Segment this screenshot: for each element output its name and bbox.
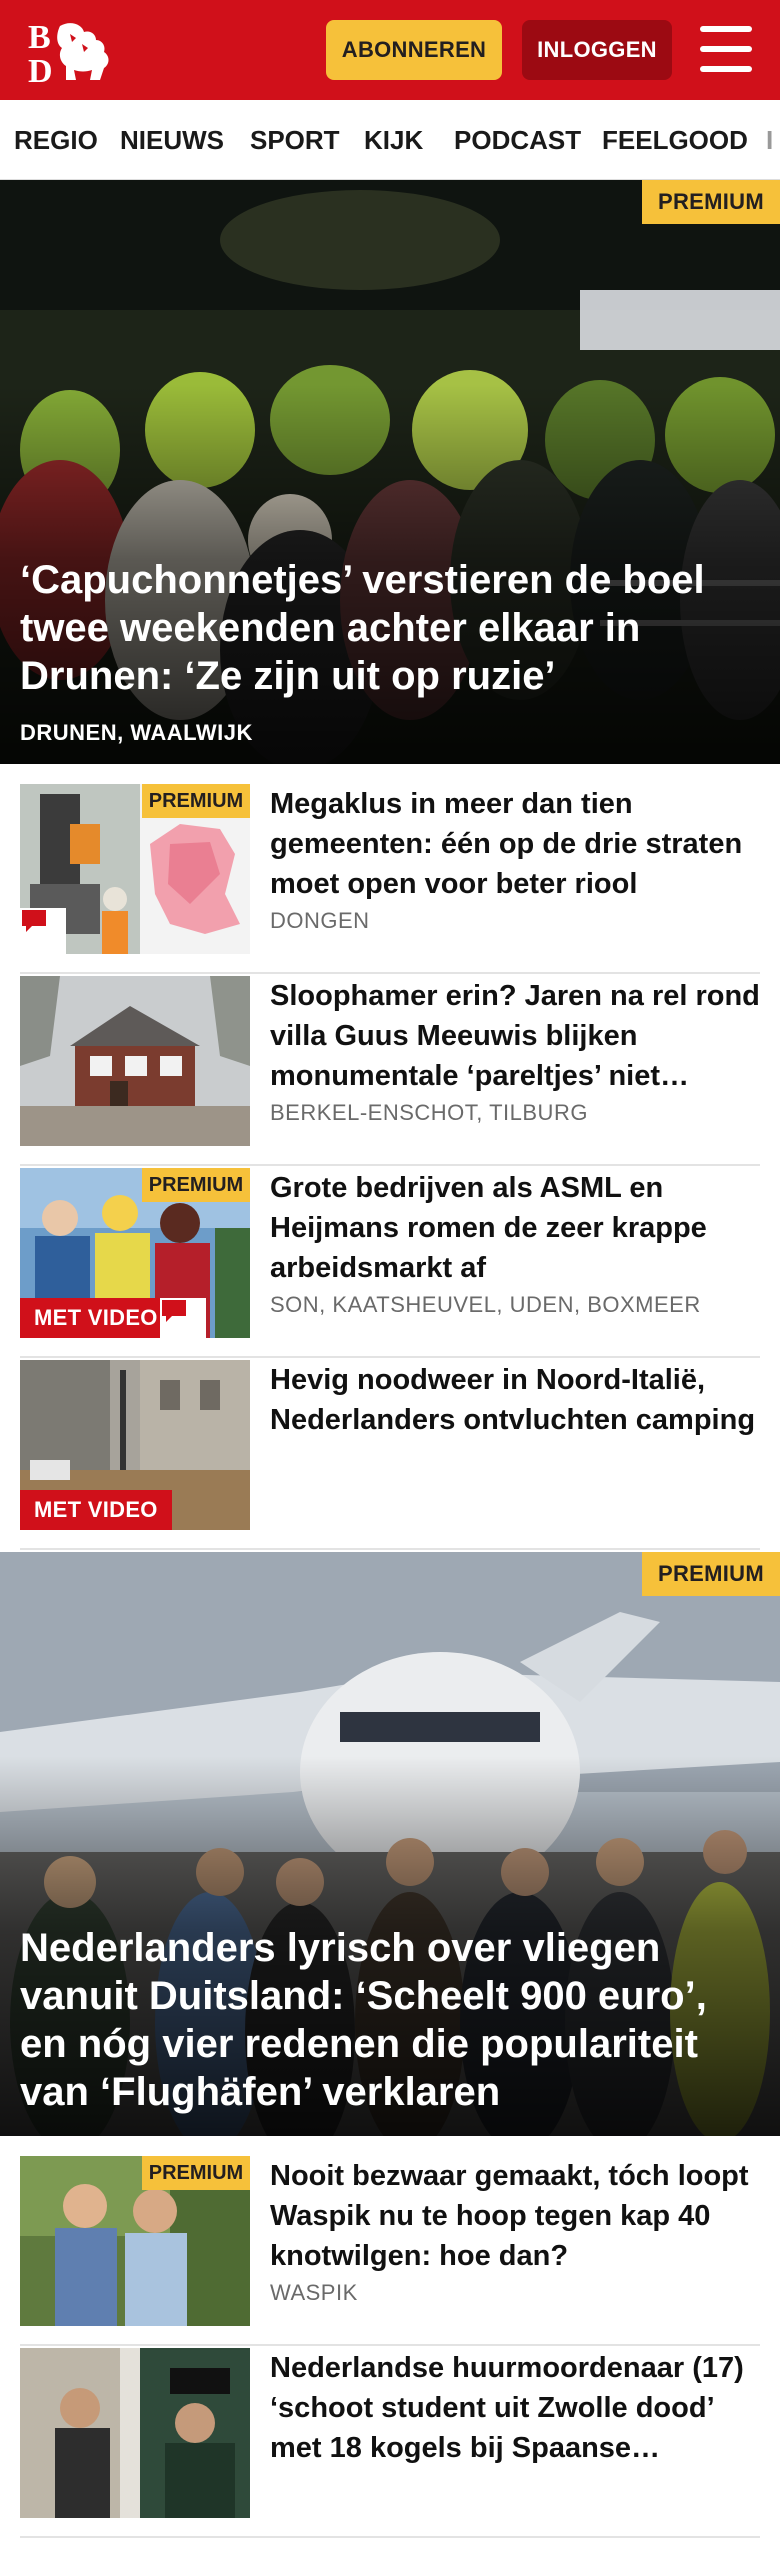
- nav-item-feelgood[interactable]: FEELGOOD: [602, 100, 748, 179]
- list-item[interactable]: PREMIUM MET VIDEO Grote bedrijven als AS…: [20, 1168, 760, 1358]
- svg-text:D: D: [28, 53, 53, 84]
- premium-badge: PREMIUM: [142, 2156, 250, 2190]
- nav-item-kijk[interactable]: KIJK: [364, 100, 423, 179]
- article-title[interactable]: Nederlandse huurmoordenaar (17) ‘schoot …: [270, 2348, 760, 2468]
- video-badge[interactable]: MET VIDEO: [20, 1298, 172, 1338]
- list-item[interactable]: PREMIUM Nooit bezwaar gemaakt, tóch loop…: [20, 2156, 760, 2346]
- section-nav: REGIO NIEUWS SPORT KIJK PODCAST FEELGOOD…: [0, 100, 780, 180]
- list-item[interactable]: Sloophamer erin? Jaren na rel rond villa…: [20, 976, 760, 1166]
- article-title[interactable]: Grote bedrijven als ASML en Heijmans rom…: [270, 1168, 760, 1288]
- article-location: DONGEN: [270, 908, 370, 933]
- article-thumbnail: PREMIUM: [20, 784, 250, 954]
- nav-item-sport[interactable]: SPORT: [250, 100, 340, 179]
- article-title[interactable]: Sloophamer erin? Jaren na rel rond villa…: [270, 976, 760, 1096]
- svg-text:B: B: [28, 19, 51, 56]
- article-title[interactable]: Hevig noodweer in Noord-Italië, Nederlan…: [270, 1360, 760, 1440]
- video-badge[interactable]: MET VIDEO: [20, 1490, 172, 1530]
- article-location: SON, KAATSHEUVEL, UDEN, BOXMEER: [270, 1292, 701, 1317]
- premium-badge: PREMIUM: [142, 784, 250, 818]
- nav-item-nieuws[interactable]: NIEUWS: [120, 100, 224, 179]
- article-title[interactable]: Megaklus in meer dan tien gemeenten: één…: [270, 784, 760, 904]
- subscribe-button[interactable]: ABONNEREN: [326, 20, 502, 80]
- article-thumbnail: MET VIDEO: [20, 1360, 250, 1530]
- premium-badge: PREMIUM: [642, 180, 780, 224]
- hero-article[interactable]: PREMIUM Nederlanders lyrisch over vliege…: [0, 1552, 780, 2136]
- hero-title[interactable]: Nederlanders lyrisch over vliegen vanuit…: [20, 1924, 740, 2116]
- article-thumbnail: PREMIUM MET VIDEO: [20, 1168, 250, 1338]
- hero-location: DRUNEN, WAALWIJK: [20, 720, 253, 745]
- article-location: BERKEL-ENSCHOT, TILBURG: [270, 1100, 588, 1125]
- menu-icon[interactable]: [700, 26, 752, 72]
- premium-badge: PREMIUM: [142, 1168, 250, 1202]
- article-title[interactable]: Nooit bezwaar gemaakt, tóch loopt Waspik…: [270, 2156, 760, 2276]
- nav-item-regio[interactable]: REGIO: [14, 100, 98, 179]
- list-item[interactable]: MET VIDEO Hevig noodweer in Noord-Italië…: [20, 1360, 760, 1550]
- nav-item-overflow[interactable]: I: [766, 100, 773, 179]
- comments-icon[interactable]: [160, 1298, 206, 1338]
- premium-badge: PREMIUM: [642, 1552, 780, 1596]
- comments-icon[interactable]: [20, 908, 66, 954]
- article-thumbnail: [20, 976, 250, 1146]
- article-location: WASPIK: [270, 2280, 358, 2305]
- nav-item-podcast[interactable]: PODCAST: [454, 100, 581, 179]
- login-button[interactable]: INLOGGEN: [522, 20, 672, 80]
- hero-article[interactable]: PREMIUM ‘Capuchonnetjes’ verstieren de b…: [0, 180, 780, 764]
- list-item[interactable]: Nederlandse huurmoordenaar (17) ‘schoot …: [20, 2348, 760, 2538]
- top-bar: B D ABONNEREN INLOGGEN: [0, 0, 780, 100]
- list-item[interactable]: PREMIUM Megaklus in meer dan tien gemeen…: [20, 784, 760, 974]
- hero-title[interactable]: ‘Capuchonnetjes’ verstieren de boel twee…: [20, 556, 740, 700]
- article-thumbnail: PREMIUM: [20, 2156, 250, 2326]
- article-thumbnail: [20, 2348, 250, 2518]
- bd-logo[interactable]: B D: [26, 18, 114, 90]
